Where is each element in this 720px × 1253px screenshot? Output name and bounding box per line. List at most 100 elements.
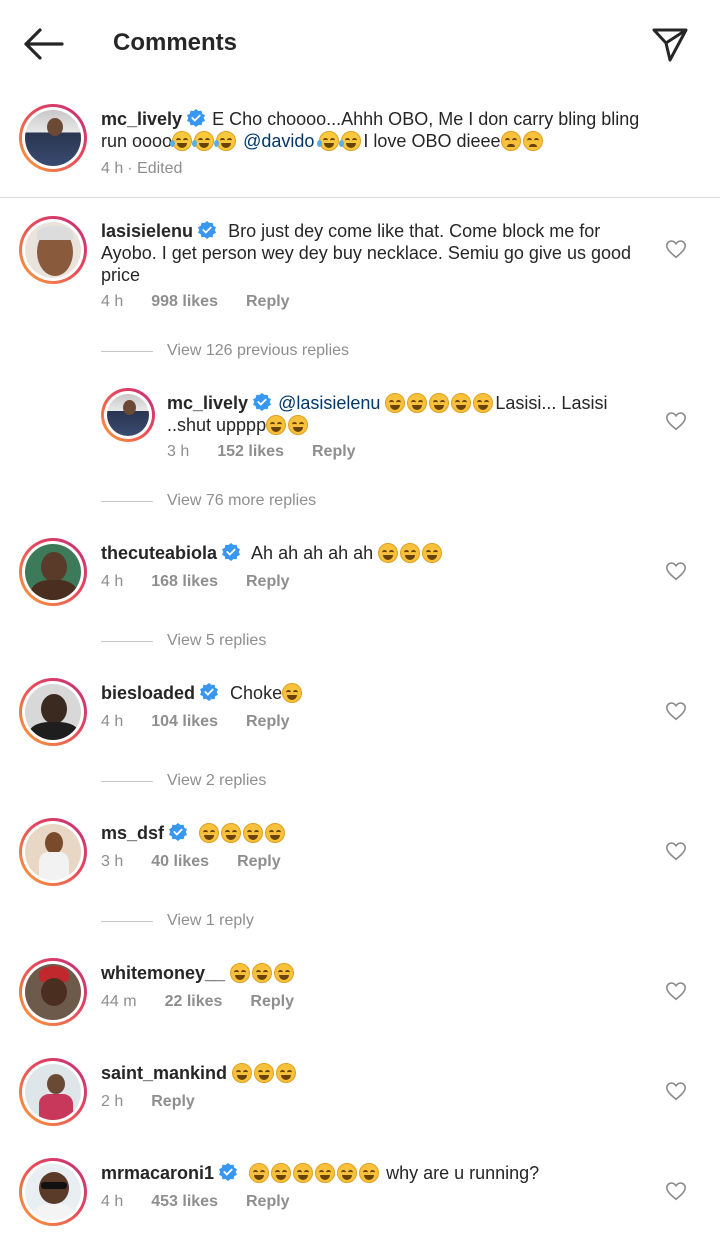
comment-text: mrmacaroni1 why are u running? (101, 1163, 540, 1183)
avatar[interactable] (101, 388, 155, 442)
verified-badge-icon (169, 823, 188, 841)
joy-emoji-icon (378, 543, 399, 563)
heart-icon[interactable] (665, 840, 687, 862)
joy-emoji-icon (359, 1163, 380, 1183)
timestamp: 4 h (101, 1193, 124, 1210)
joy-emoji-icon (230, 963, 251, 983)
likes-count[interactable]: 168 likes (151, 573, 218, 590)
edited-label: · Edited (127, 160, 183, 177)
likes-count[interactable]: 453 likes (151, 1193, 218, 1210)
avatar[interactable] (19, 216, 87, 284)
comment-meta: 44 m 22 likes Reply (101, 993, 322, 1011)
back-arrow-icon[interactable] (22, 26, 66, 62)
avatar[interactable] (19, 538, 87, 606)
heart-icon[interactable] (665, 410, 687, 432)
timestamp: 4 h (101, 713, 124, 730)
joy-emoji-icon (254, 1063, 275, 1083)
username[interactable]: mc_lively (167, 393, 248, 413)
comment-meta: 4 h 168 likes Reply (101, 573, 318, 591)
page-title: Comments (113, 29, 238, 56)
view-replies-button[interactable]: View 1 reply (101, 911, 254, 931)
heart-icon[interactable] (665, 238, 687, 260)
joy-emoji-icon (252, 963, 273, 983)
timestamp: 3 h (167, 443, 190, 460)
username[interactable]: whitemoney__ (101, 963, 225, 983)
caption-text: mc_lively E Cho choooo...Ahhh OBO, Me I d… (101, 109, 640, 151)
username[interactable]: biesloaded (101, 683, 195, 703)
username[interactable]: mc_lively (101, 109, 182, 129)
avatar[interactable] (19, 818, 87, 886)
timestamp: 4 h (101, 293, 124, 310)
reply-button[interactable]: Reply (151, 1093, 195, 1110)
paper-plane-icon[interactable] (648, 22, 692, 66)
comment-text: thecuteabiola Ah ah ah ah ah (101, 542, 650, 564)
comment-meta: 3 h 152 likes Reply (167, 443, 384, 461)
comment-meta: 4 h 453 likes Reply (101, 1193, 318, 1211)
likes-count[interactable]: 998 likes (151, 293, 218, 310)
avatar[interactable] (19, 104, 87, 172)
username[interactable]: ms_dsf (101, 823, 164, 843)
joy-emoji-icon (429, 393, 450, 413)
view-replies-button[interactable]: View 5 replies (101, 631, 266, 651)
avatar[interactable] (19, 958, 87, 1026)
avatar[interactable] (19, 1058, 87, 1126)
reply-button[interactable]: Reply (246, 1193, 290, 1210)
rofl-emoji-icon (317, 131, 340, 151)
reply-button[interactable]: Reply (246, 293, 290, 310)
joy-emoji-icon (288, 415, 309, 435)
username[interactable]: lasisielenu (101, 221, 193, 241)
top-bar: Comments (0, 0, 720, 88)
timestamp: 44 m (101, 993, 137, 1010)
reply-button[interactable]: Reply (246, 573, 290, 590)
view-replies-button[interactable]: View 76 more replies (101, 491, 316, 511)
view-replies-button[interactable]: View 126 previous replies (101, 341, 349, 361)
timestamp: 4 h (101, 573, 124, 590)
comment-meta: 4 h 998 likes Reply (101, 293, 318, 311)
username[interactable]: thecuteabiola (101, 543, 217, 563)
reply-button[interactable]: Reply (312, 443, 356, 460)
heart-icon[interactable] (665, 560, 687, 582)
joy-emoji-icon (276, 1063, 297, 1083)
rofl-emoji-icon (192, 131, 215, 151)
joy-emoji-icon (337, 1163, 358, 1183)
view-replies-button[interactable]: View 2 replies (101, 771, 266, 791)
joy-emoji-icon (221, 823, 242, 843)
joy-emoji-icon (266, 415, 287, 435)
reply-button[interactable]: Reply (246, 713, 290, 730)
joy-emoji-icon (293, 1163, 314, 1183)
heart-icon[interactable] (665, 1180, 687, 1202)
joy-emoji-icon (315, 1163, 336, 1183)
likes-count[interactable]: 152 likes (217, 443, 284, 460)
mention-link[interactable]: @lasisielenu (278, 393, 380, 413)
comment-meta: 3 h 40 likes Reply (101, 853, 309, 871)
reply-button[interactable]: Reply (250, 993, 294, 1010)
joy-emoji-icon (407, 393, 428, 413)
timestamp: 2 h (101, 1093, 124, 1110)
joy-emoji-icon (422, 543, 443, 563)
rofl-emoji-icon (170, 131, 193, 151)
comment-meta: 4 h 104 likes Reply (101, 713, 318, 731)
likes-count[interactable]: 104 likes (151, 713, 218, 730)
joy-emoji-icon (199, 823, 220, 843)
verified-badge-icon (187, 109, 206, 127)
username[interactable]: saint_mankind (101, 1063, 227, 1083)
mention-link[interactable]: @davido (243, 131, 314, 151)
heart-icon[interactable] (665, 700, 687, 722)
joy-emoji-icon (400, 543, 421, 563)
likes-count[interactable]: 40 likes (151, 853, 209, 870)
avatar[interactable] (19, 678, 87, 746)
avatar[interactable] (19, 1158, 87, 1226)
comment-text: lasisielenu Bro just dey come like that.… (101, 221, 631, 285)
joy-emoji-icon (282, 683, 303, 703)
heart-icon[interactable] (665, 980, 687, 1002)
joy-emoji-icon (473, 393, 494, 413)
joy-emoji-icon (249, 1163, 270, 1183)
verified-badge-icon (222, 543, 241, 561)
comment-text: ms_dsf (101, 822, 650, 844)
heart-icon[interactable] (665, 1080, 687, 1102)
joy-emoji-icon (385, 393, 406, 413)
reply-button[interactable]: Reply (237, 853, 281, 870)
joy-emoji-icon (451, 393, 472, 413)
username[interactable]: mrmacaroni1 (101, 1163, 214, 1183)
likes-count[interactable]: 22 likes (165, 993, 223, 1010)
